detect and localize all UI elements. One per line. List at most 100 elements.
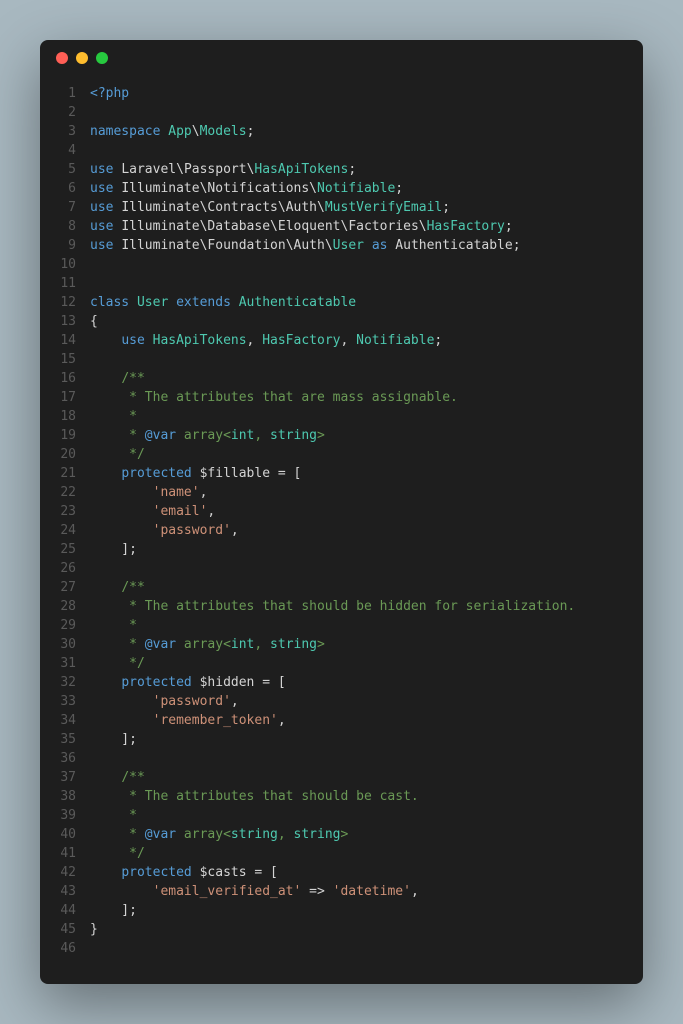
code-line: <?php: [90, 84, 643, 103]
code-line: [90, 274, 643, 293]
code-line: use Illuminate\Database\Eloquent\Factori…: [90, 217, 643, 236]
code-line: use Illuminate\Notifications\Notifiable;: [90, 179, 643, 198]
code-line: namespace App\Models;: [90, 122, 643, 141]
line-number: 6: [40, 179, 76, 198]
code-line: {: [90, 312, 643, 331]
code-line: [90, 103, 643, 122]
line-number: 9: [40, 236, 76, 255]
line-number: 4: [40, 141, 76, 160]
line-number: 16: [40, 369, 76, 388]
line-number: 7: [40, 198, 76, 217]
minimize-icon[interactable]: [76, 52, 88, 64]
line-number: 23: [40, 502, 76, 521]
line-number: 28: [40, 597, 76, 616]
code-line: * @var array<int, string>: [90, 635, 643, 654]
code-line: * The attributes that are mass assignabl…: [90, 388, 643, 407]
code-line: use HasApiTokens, HasFactory, Notifiable…: [90, 331, 643, 350]
code-line: 'email_verified_at' => 'datetime',: [90, 882, 643, 901]
line-number: 30: [40, 635, 76, 654]
line-number: 2: [40, 103, 76, 122]
line-number: 27: [40, 578, 76, 597]
line-number: 34: [40, 711, 76, 730]
line-number: 44: [40, 901, 76, 920]
code-line: 'name',: [90, 483, 643, 502]
code-line: * The attributes that should be hidden f…: [90, 597, 643, 616]
line-number: 42: [40, 863, 76, 882]
line-number: 15: [40, 350, 76, 369]
code-content: <?php namespace App\Models; use Laravel\…: [90, 84, 643, 958]
code-line: [90, 749, 643, 768]
line-number-gutter: 1234567891011121314151617181920212223242…: [40, 84, 90, 958]
code-line: 'email',: [90, 502, 643, 521]
code-line: * The attributes that should be cast.: [90, 787, 643, 806]
code-line: 'remember_token',: [90, 711, 643, 730]
code-line: protected $fillable = [: [90, 464, 643, 483]
code-line: * @var array<string, string>: [90, 825, 643, 844]
code-line: protected $hidden = [: [90, 673, 643, 692]
code-line: /**: [90, 369, 643, 388]
line-number: 24: [40, 521, 76, 540]
code-line: [90, 350, 643, 369]
line-number: 38: [40, 787, 76, 806]
line-number: 10: [40, 255, 76, 274]
code-line: [90, 559, 643, 578]
code-line: */: [90, 844, 643, 863]
line-number: 1: [40, 84, 76, 103]
code-line: *: [90, 806, 643, 825]
code-line: [90, 255, 643, 274]
code-line: /**: [90, 768, 643, 787]
line-number: 8: [40, 217, 76, 236]
line-number: 13: [40, 312, 76, 331]
code-line: ];: [90, 730, 643, 749]
code-line: }: [90, 920, 643, 939]
line-number: 20: [40, 445, 76, 464]
code-line: [90, 939, 643, 958]
code-line: */: [90, 654, 643, 673]
code-editor: 1234567891011121314151617181920212223242…: [40, 76, 643, 974]
line-number: 19: [40, 426, 76, 445]
line-number: 25: [40, 540, 76, 559]
line-number: 36: [40, 749, 76, 768]
line-number: 37: [40, 768, 76, 787]
code-line: ];: [90, 540, 643, 559]
code-line: 'password',: [90, 692, 643, 711]
line-number: 18: [40, 407, 76, 426]
line-number: 46: [40, 939, 76, 958]
line-number: 14: [40, 331, 76, 350]
code-line: */: [90, 445, 643, 464]
code-line: *: [90, 616, 643, 635]
code-window: 1234567891011121314151617181920212223242…: [40, 40, 643, 984]
line-number: 29: [40, 616, 76, 635]
window-titlebar: [40, 40, 643, 76]
line-number: 3: [40, 122, 76, 141]
code-line: /**: [90, 578, 643, 597]
line-number: 41: [40, 844, 76, 863]
line-number: 40: [40, 825, 76, 844]
line-number: 22: [40, 483, 76, 502]
code-line: protected $casts = [: [90, 863, 643, 882]
line-number: 12: [40, 293, 76, 312]
code-line: ];: [90, 901, 643, 920]
code-line: *: [90, 407, 643, 426]
code-line: 'password',: [90, 521, 643, 540]
zoom-icon[interactable]: [96, 52, 108, 64]
line-number: 32: [40, 673, 76, 692]
code-line: class User extends Authenticatable: [90, 293, 643, 312]
line-number: 5: [40, 160, 76, 179]
close-icon[interactable]: [56, 52, 68, 64]
line-number: 21: [40, 464, 76, 483]
line-number: 11: [40, 274, 76, 293]
code-line: use Illuminate\Contracts\Auth\MustVerify…: [90, 198, 643, 217]
line-number: 31: [40, 654, 76, 673]
line-number: 17: [40, 388, 76, 407]
code-line: * @var array<int, string>: [90, 426, 643, 445]
line-number: 43: [40, 882, 76, 901]
code-line: [90, 141, 643, 160]
line-number: 26: [40, 559, 76, 578]
line-number: 45: [40, 920, 76, 939]
line-number: 35: [40, 730, 76, 749]
line-number: 39: [40, 806, 76, 825]
code-line: use Illuminate\Foundation\Auth\User as A…: [90, 236, 643, 255]
code-line: use Laravel\Passport\HasApiTokens;: [90, 160, 643, 179]
line-number: 33: [40, 692, 76, 711]
